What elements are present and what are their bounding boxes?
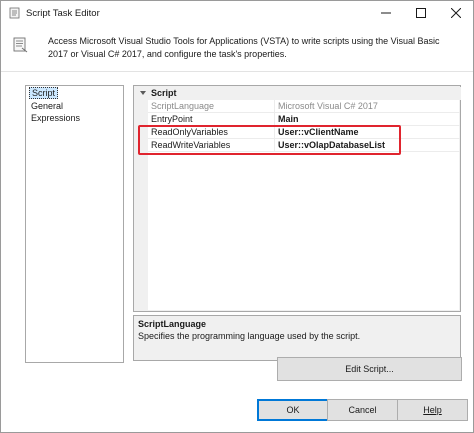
ok-button[interactable]: OK [257, 399, 329, 421]
page-list: Script General Expressions [25, 85, 124, 363]
header-description: Access Microsoft Visual Studio Tools for… [48, 36, 440, 59]
property-row-readonlyvariables[interactable]: ReadOnlyVariables User::vClientName [148, 126, 460, 139]
close-button[interactable] [439, 1, 473, 25]
script-document-icon [13, 37, 28, 53]
minimize-button[interactable] [369, 1, 403, 25]
script-task-icon [9, 7, 21, 19]
column-divider [274, 126, 275, 139]
maximize-icon [416, 8, 426, 18]
window-title: Script Task Editor [26, 8, 100, 19]
description-text: Specifies the programming language used … [138, 331, 361, 341]
edit-script-button[interactable]: Edit Script... [277, 357, 462, 381]
nav-item-expressions[interactable]: Expressions [29, 112, 82, 124]
minimize-icon [381, 12, 391, 14]
column-divider [274, 100, 275, 113]
title-bar: Script Task Editor [1, 1, 473, 27]
property-name: EntryPoint [151, 114, 193, 124]
category-row-script[interactable]: Script [135, 87, 461, 100]
close-icon [451, 8, 461, 18]
nav-item-general[interactable]: General [29, 100, 65, 112]
ok-label: OK [286, 405, 300, 415]
category-label: Script [151, 88, 177, 98]
property-name: ReadWriteVariables [151, 140, 231, 150]
help-button[interactable]: Help [397, 399, 468, 421]
collapse-arrow-icon[interactable] [139, 89, 147, 97]
edit-script-label: Edit Script... [345, 364, 394, 374]
property-value: User::vOlapDatabaseList [278, 140, 386, 150]
property-row-entrypoint[interactable]: EntryPoint Main [148, 113, 460, 126]
property-grid-body: Script ScriptLanguage Microsoft Visual C… [135, 87, 461, 310]
cancel-button[interactable]: Cancel [327, 399, 398, 421]
column-divider [274, 113, 275, 126]
script-task-editor-window: Script Task Editor Access Microsoft Visu… [0, 0, 474, 433]
header-separator [1, 71, 473, 72]
property-description-panel: ScriptLanguage Specifies the programming… [133, 315, 461, 361]
cancel-label: Cancel [348, 405, 377, 415]
description-title: ScriptLanguage [138, 319, 207, 329]
property-grid: Script ScriptLanguage Microsoft Visual C… [133, 85, 461, 312]
maximize-button[interactable] [404, 1, 438, 25]
nav-item-script[interactable]: Script [29, 87, 59, 99]
column-divider [274, 139, 275, 152]
property-name: ScriptLanguage [151, 101, 215, 111]
help-label: Help [423, 405, 442, 415]
property-name: ReadOnlyVariables [151, 127, 228, 137]
property-value: User::vClientName [278, 127, 359, 137]
property-row-scriptlanguage[interactable]: ScriptLanguage Microsoft Visual C# 2017 [148, 100, 460, 113]
property-row-readwritevariables[interactable]: ReadWriteVariables User::vOlapDatabaseLi… [148, 139, 460, 152]
property-value: Microsoft Visual C# 2017 [278, 101, 378, 111]
property-value: Main [278, 114, 299, 124]
